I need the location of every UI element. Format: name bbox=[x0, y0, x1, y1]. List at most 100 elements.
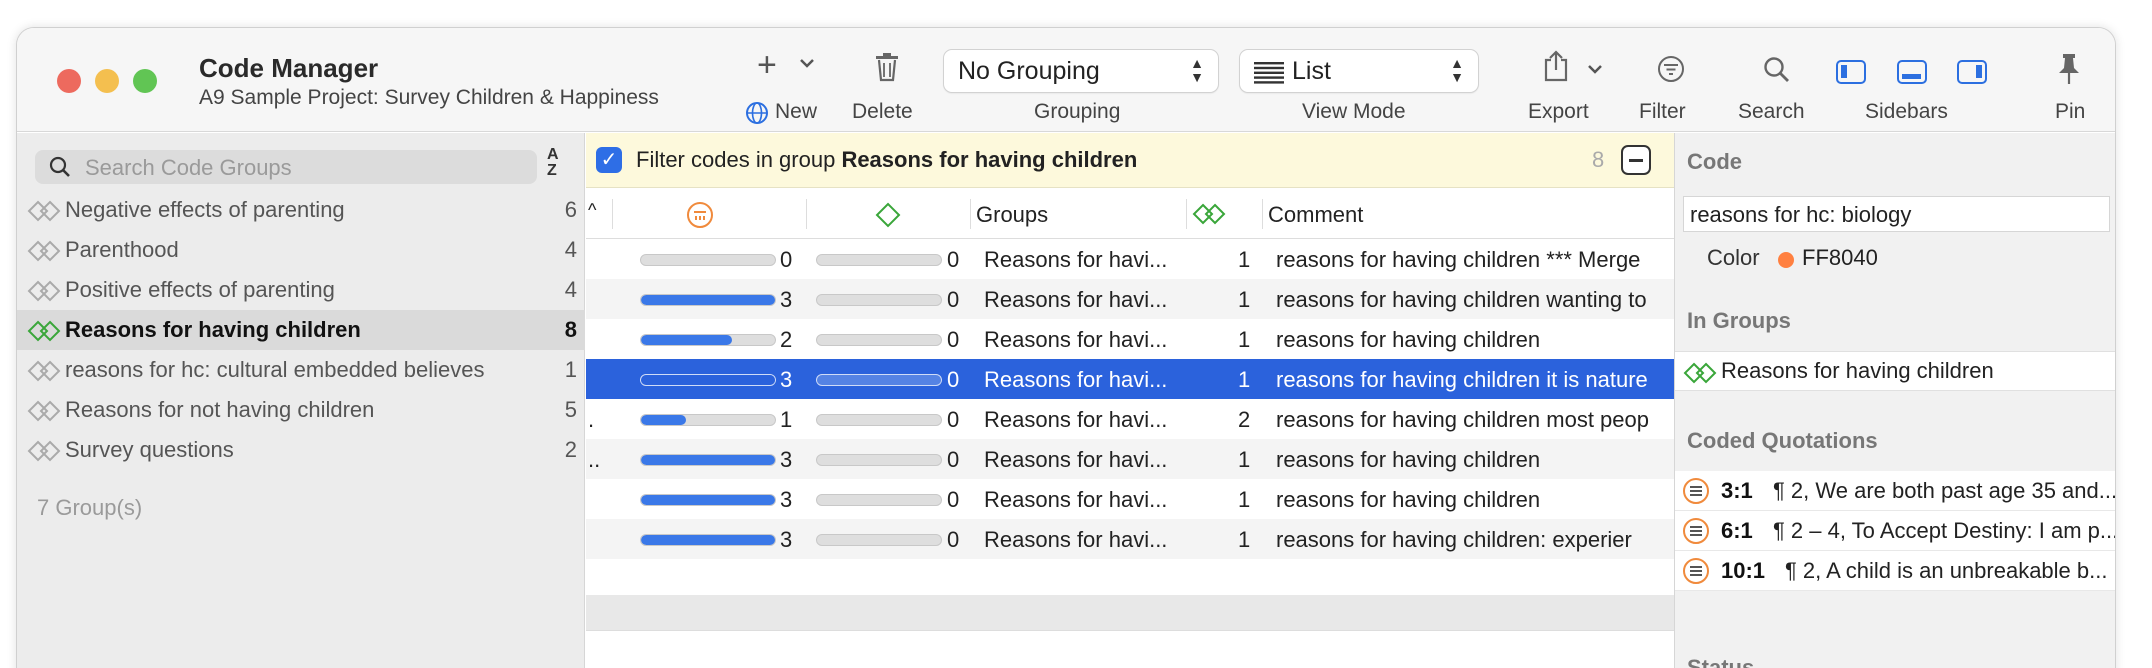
quotation-count: 2 bbox=[780, 327, 793, 352]
quotation-count: 1 bbox=[780, 407, 793, 432]
inspector-sidebar: Code reasons for hc: biology Color FF804… bbox=[1674, 133, 2116, 668]
new-button-label[interactable]: New bbox=[775, 100, 817, 124]
left-sidebar-icon[interactable] bbox=[1836, 60, 1866, 84]
bottom-panel-icon[interactable] bbox=[1897, 60, 1927, 84]
pin-button-label[interactable]: Pin bbox=[2055, 100, 2085, 124]
filter-prefix: Filter codes in group bbox=[636, 147, 842, 172]
quotation-icon bbox=[1683, 558, 1709, 584]
quotation-item[interactable]: 6:1 ¶ 2 – 4, To Accept Destiny: I am p... bbox=[1675, 511, 2115, 551]
quotation-count-bar bbox=[640, 414, 776, 426]
search-button-label[interactable]: Search bbox=[1738, 100, 1805, 124]
up-down-arrows-icon: ▲ ▼ bbox=[1450, 55, 1464, 85]
table-row[interactable]: 3 0 Reasons for havi... 1 reasons for having… bbox=[586, 479, 1674, 519]
comment-cell: reasons for having children it is nature bbox=[1276, 367, 1648, 392]
groups-column-header[interactable]: Groups bbox=[976, 202, 1048, 228]
filter-checkbox[interactable]: ✓ bbox=[596, 147, 622, 173]
quotation-count-bar bbox=[640, 294, 776, 306]
in-group-item[interactable]: Reasons for having children bbox=[1675, 351, 2115, 391]
sort-up-icon[interactable]: ^ bbox=[588, 200, 596, 221]
table-row[interactable]: . 1 0 Reasons for havi... 2 reasons for havin… bbox=[586, 399, 1674, 439]
share-icon[interactable] bbox=[1543, 50, 1569, 87]
viewmode-popup[interactable]: List ▲ ▼ bbox=[1239, 49, 1479, 93]
table-row[interactable]: 2 0 Reasons for havi... 1 reasons for having… bbox=[586, 319, 1674, 359]
project-subtitle: A9 Sample Project: Survey Children & Hap… bbox=[199, 86, 659, 109]
trash-icon[interactable] bbox=[874, 52, 900, 87]
quotation-item[interactable]: 3:1 ¶ 2, We are both past age 35 and... bbox=[1675, 471, 2116, 511]
chevron-down-icon[interactable] bbox=[1587, 62, 1603, 80]
groups-cell: Reasons for havi... bbox=[984, 447, 1168, 472]
quotation-count-bar bbox=[640, 374, 776, 386]
codes-table-area: ✓ Filter codes in group Reasons for havi… bbox=[586, 133, 1674, 668]
toolbar: Code Manager A9 Sample Project: Survey C… bbox=[17, 28, 2115, 132]
quotation-count-bar bbox=[640, 254, 776, 266]
row-leading-dots: . bbox=[588, 407, 595, 432]
plus-icon[interactable]: + bbox=[757, 48, 777, 82]
comment-cell: reasons for having children wanting to bbox=[1276, 287, 1647, 312]
filter-button-label[interactable]: Filter bbox=[1639, 100, 1686, 124]
code-groups-sidebar: Search Code Groups AZ Negative effects o… bbox=[17, 133, 585, 668]
export-button-label[interactable]: Export bbox=[1528, 100, 1589, 124]
quotation-count: 0 bbox=[780, 247, 793, 272]
color-value: FF8040 bbox=[1802, 245, 1878, 270]
quotation-count: 3 bbox=[780, 487, 793, 512]
density-bar bbox=[816, 334, 942, 346]
sort-az-button[interactable]: AZ bbox=[547, 147, 559, 179]
code-group-count: 1 bbox=[564, 357, 577, 382]
right-sidebar-icon[interactable] bbox=[1957, 60, 1987, 84]
color-swatch[interactable] bbox=[1778, 252, 1794, 268]
density-count: 0 bbox=[947, 487, 960, 512]
grouping-popup[interactable]: No Grouping ▲ ▼ bbox=[943, 49, 1219, 93]
density-bar bbox=[816, 254, 942, 266]
quotations-column-icon[interactable] bbox=[686, 201, 714, 235]
table-row[interactable]: 0 0 Reasons for havi... 1 reasons for having… bbox=[586, 239, 1674, 279]
chevron-down-icon[interactable] bbox=[799, 56, 815, 74]
code-group-item[interactable]: Positive effects of parenting 4 bbox=[17, 270, 585, 310]
quotation-count-bar bbox=[640, 454, 776, 466]
code-manager-window: Code Manager A9 Sample Project: Survey C… bbox=[16, 27, 2116, 668]
group-count-column-icon[interactable] bbox=[1192, 203, 1228, 231]
quotation-text: ¶ 2, We are both past age 35 and... bbox=[1773, 478, 2116, 503]
code-group-item[interactable]: Reasons for having children 8 bbox=[17, 310, 585, 350]
groups-cell: Reasons for havi... bbox=[984, 327, 1168, 352]
table-row[interactable]: .. 3 0 Reasons for havi... 1 reasons for havi… bbox=[586, 439, 1674, 479]
search-icon bbox=[48, 155, 72, 184]
groups-cell: Reasons for havi... bbox=[984, 247, 1168, 272]
group-count-cell: 1 bbox=[1238, 287, 1251, 312]
code-group-item[interactable]: Survey questions 2 bbox=[17, 430, 585, 470]
zoom-window-button[interactable] bbox=[133, 69, 157, 93]
code-group-item[interactable]: reasons for hc: cultural embedded believ… bbox=[17, 350, 585, 390]
delete-button-label[interactable]: Delete bbox=[852, 100, 913, 124]
code-group-icon bbox=[27, 240, 63, 267]
code-group-item[interactable]: Negative effects of parenting 6 bbox=[17, 190, 585, 230]
sidebars-label: Sidebars bbox=[1865, 100, 1948, 123]
grouping-label: Grouping bbox=[1034, 100, 1121, 123]
pin-icon[interactable] bbox=[2056, 52, 2082, 91]
close-window-button[interactable] bbox=[57, 69, 81, 93]
table-row[interactable]: 3 0 Reasons for havi... 1 reasons for having… bbox=[586, 359, 1674, 399]
code-group-icon bbox=[27, 280, 63, 307]
code-groups-search[interactable]: Search Code Groups bbox=[35, 150, 537, 184]
search-icon[interactable] bbox=[1763, 56, 1791, 89]
code-group-label: Parenthood bbox=[65, 237, 179, 262]
code-name-field[interactable]: reasons for hc: biology bbox=[1683, 196, 2110, 232]
quotation-count-bar bbox=[640, 534, 776, 546]
table-row[interactable]: 3 0 Reasons for havi... 1 reasons for having… bbox=[586, 279, 1674, 319]
table-header: ^ Groups Comment bbox=[586, 189, 1674, 239]
quotation-count-bar bbox=[640, 334, 776, 346]
quotation-item[interactable]: 10:1 ¶ 2, A child is an unbreakable b... bbox=[1675, 551, 2115, 591]
code-group-count: 8 bbox=[564, 317, 577, 342]
density-count: 0 bbox=[947, 247, 960, 272]
minimize-window-button[interactable] bbox=[95, 69, 119, 93]
comment-column-header[interactable]: Comment bbox=[1268, 202, 1363, 228]
code-group-icon bbox=[27, 200, 63, 227]
code-group-item[interactable]: Parenthood 4 bbox=[17, 230, 585, 270]
group-count-cell: 1 bbox=[1238, 367, 1251, 392]
density-column-icon[interactable] bbox=[875, 202, 901, 234]
filter-icon[interactable] bbox=[1657, 55, 1685, 88]
density-count: 0 bbox=[947, 287, 960, 312]
table-row[interactable]: 3 0 Reasons for havi... 1 reasons for having… bbox=[586, 519, 1674, 559]
code-group-icon bbox=[27, 440, 63, 467]
code-group-item[interactable]: Reasons for not having children 5 bbox=[17, 390, 585, 430]
remove-filter-button[interactable] bbox=[1621, 145, 1651, 175]
groups-cell: Reasons for havi... bbox=[984, 527, 1168, 552]
